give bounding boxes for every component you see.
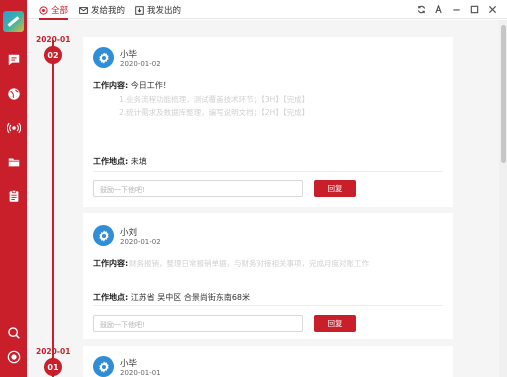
tab-label: 全部	[51, 6, 69, 16]
scrollbar-thumb[interactable]	[501, 25, 506, 163]
search-icon[interactable]	[6, 325, 21, 340]
gear-icon	[98, 360, 109, 373]
feed-area: 2020-01 02 2020-01 01 小毕 2020-01-02 工作内容…	[27, 20, 499, 377]
refresh-icon[interactable]	[416, 4, 426, 14]
close-icon[interactable]	[487, 4, 497, 14]
work-content-text: 今日工作！	[130, 81, 171, 90]
chat-icon[interactable]	[6, 52, 21, 67]
work-content: 工作内容:	[93, 258, 128, 269]
work-content-label: 工作内容:	[93, 259, 129, 268]
avatar	[93, 47, 114, 68]
timeline-date: 2020-01	[36, 347, 71, 356]
user-name: 小刘	[120, 228, 138, 238]
divider	[93, 305, 443, 306]
minimize-icon[interactable]	[451, 4, 461, 14]
avatar	[93, 225, 114, 246]
user-name: 小毕	[120, 50, 138, 60]
post-date: 2020-01-01	[120, 369, 161, 377]
work-content-line: 1.业务流程功能梳理，测试覆盖技术环节；【3H】【完成】	[119, 95, 310, 104]
clipboard-icon[interactable]	[6, 188, 21, 203]
tab-sent-to-me[interactable]: 发给我的	[79, 3, 125, 17]
post-date: 2020-01-02	[120, 238, 161, 246]
work-log-card: 小毕 2020-01-02 工作内容: 今日工作！ 1.业务流程功能梳理，测试覆…	[83, 37, 453, 207]
tab-all[interactable]: 全部	[39, 3, 69, 20]
work-log-card: 小毕 2020-01-01	[83, 346, 453, 377]
maximize-icon[interactable]	[469, 4, 479, 14]
comment-input[interactable]: 鼓励一下他吧!	[93, 180, 303, 197]
tab-sent-by-me[interactable]: 我发出的	[135, 3, 181, 17]
font-size-icon[interactable]	[433, 4, 443, 14]
work-location: 工作地点: 未填	[93, 156, 147, 167]
work-content: 工作内容: 今日工作！	[93, 80, 171, 91]
settings-icon[interactable]	[6, 349, 21, 364]
timeline-day-badge: 01	[44, 358, 62, 376]
work-content-label: 工作内容:	[93, 81, 129, 90]
work-log-card: 小刘 2020-01-02 工作内容: 财务报销，整理日常报销单据，与财务对接相…	[83, 213, 453, 339]
user-name: 小毕	[120, 359, 138, 369]
work-location: 工作地点: 江苏省 吴中区 合景尚街东南68米	[93, 292, 250, 303]
reply-button[interactable]: 回复	[314, 315, 356, 332]
gear-icon	[98, 229, 109, 242]
folder-icon[interactable]	[6, 154, 21, 169]
work-content-line: 2.统计需求及数据库整理，编写说明文档；【2H】【完成】	[119, 108, 310, 117]
envelope-icon	[79, 6, 88, 14]
timeline-day-badge: 02	[44, 46, 62, 64]
scrollbar[interactable]	[499, 20, 507, 377]
work-location-text: 未填	[130, 157, 147, 166]
globe-icon[interactable]	[6, 86, 21, 101]
timeline-line	[52, 40, 54, 377]
work-location-label: 工作地点:	[93, 157, 129, 166]
timeline-date: 2020-01	[36, 35, 71, 44]
broadcast-icon[interactable]	[6, 120, 21, 135]
comment-input[interactable]: 鼓励一下他吧!	[93, 315, 303, 332]
outbox-icon	[135, 5, 144, 15]
tab-label: 发给我的	[91, 6, 126, 16]
tab-label: 我发出的	[147, 6, 182, 16]
circle-dot-icon	[39, 5, 48, 15]
work-content-text: 财务报销，整理日常报销单据，与财务对接相关事项，完成月度对账工作	[129, 259, 369, 268]
post-date: 2020-01-02	[120, 60, 161, 68]
work-location-label: 工作地点:	[93, 293, 129, 302]
divider	[93, 171, 443, 172]
app-logo[interactable]	[3, 11, 24, 32]
avatar	[93, 356, 114, 377]
work-location-text: 江苏省 吴中区 合景尚街东南68米	[130, 293, 251, 302]
reply-button[interactable]: 回复	[314, 180, 356, 197]
tab-bar: 全部 发给我的 我发出的	[27, 0, 507, 20]
gear-icon	[98, 51, 109, 64]
left-rail	[0, 0, 27, 377]
